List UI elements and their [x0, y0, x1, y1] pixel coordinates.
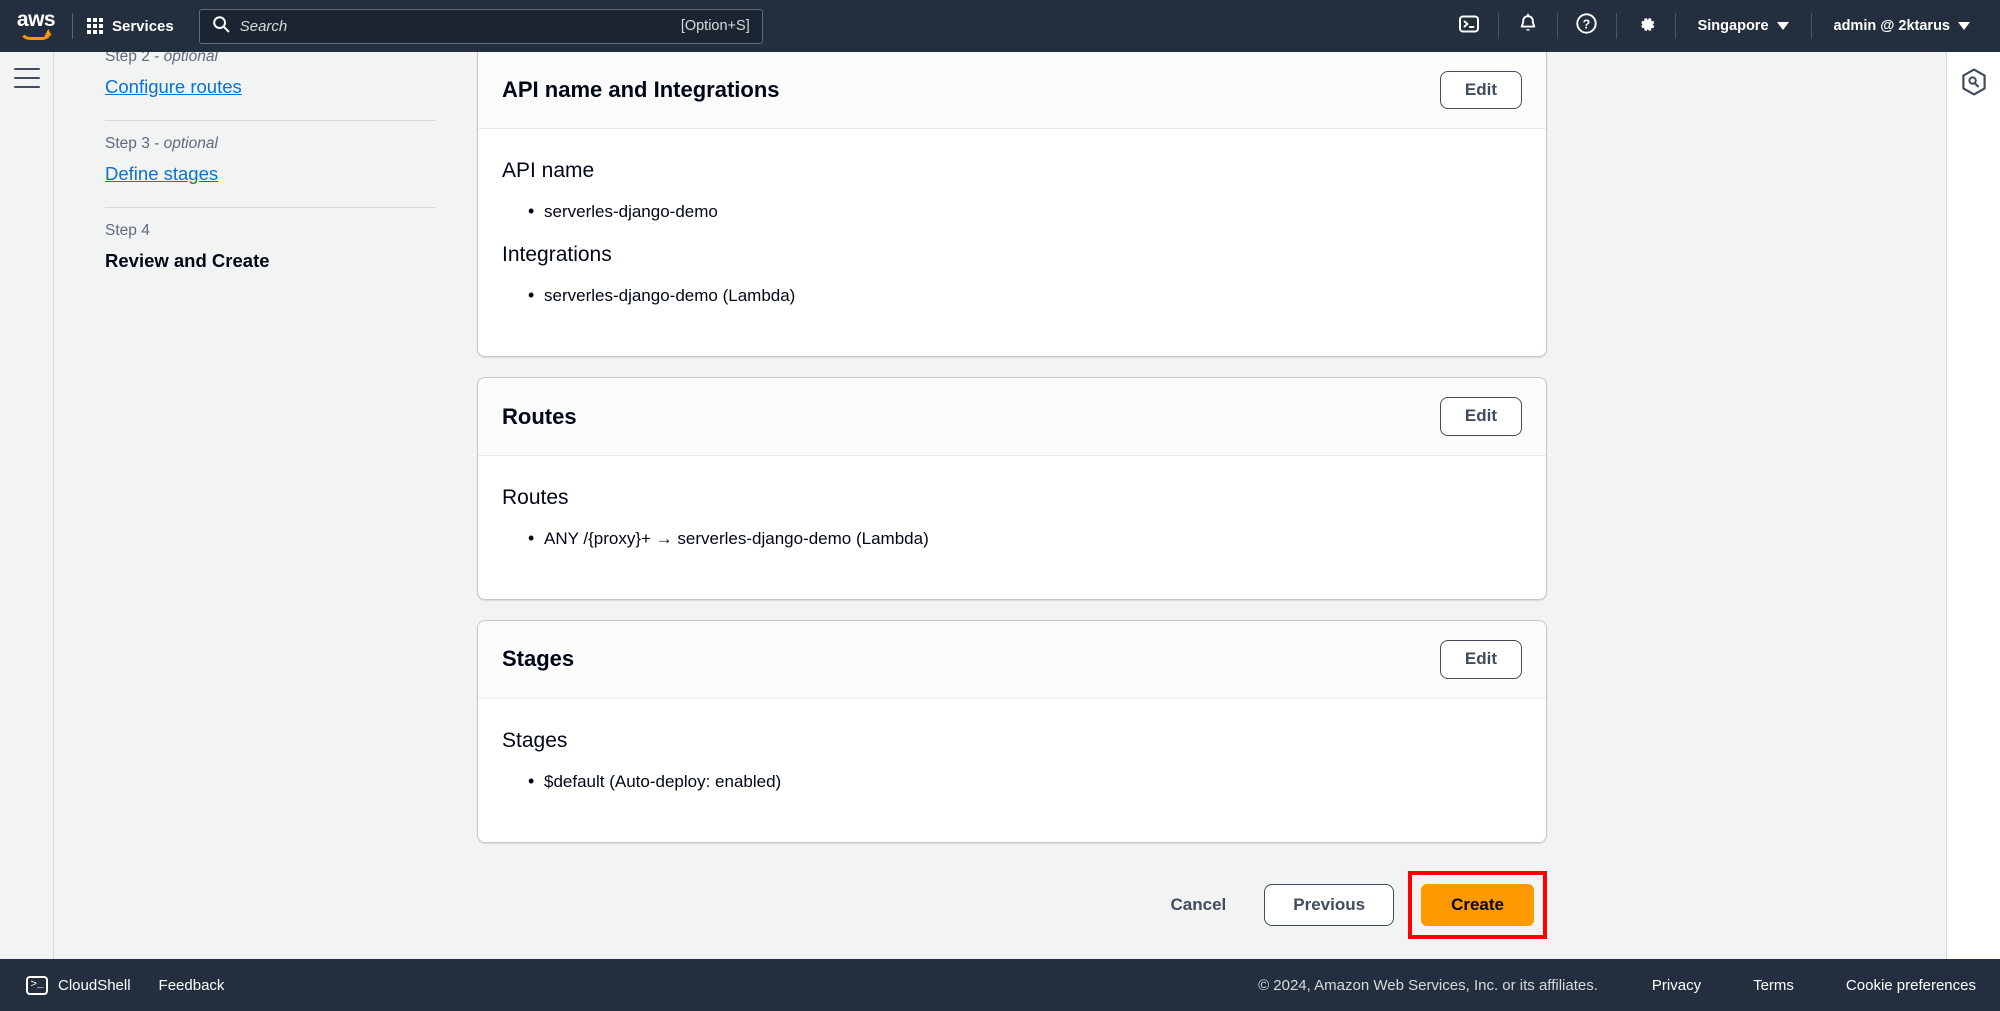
nav-divider — [1615, 13, 1617, 39]
notifications-button[interactable] — [1505, 0, 1551, 52]
chevron-down-icon — [1958, 22, 1970, 30]
card-title: Stages — [502, 646, 575, 672]
wizard-step-4-label: Step 4 — [105, 222, 150, 239]
footer-links: © 2024, Amazon Web Services, Inc. or its… — [1258, 977, 1976, 994]
account-label: admin @ 2ktarus — [1833, 18, 1950, 34]
previous-button[interactable]: Previous — [1264, 884, 1395, 927]
cloudshell-icon-button[interactable] — [1446, 0, 1492, 52]
card-title: API name and Integrations — [502, 77, 780, 103]
card-body: API name serverles-django-demo Integrati… — [478, 129, 1546, 356]
wizard-step-4: Step 4 Review and Create — [105, 208, 435, 294]
chevron-down-icon — [1776, 22, 1789, 30]
hamburger-menu-icon[interactable] — [13, 68, 40, 88]
aws-logo-smile — [19, 29, 53, 40]
card-routes: Routes Edit Routes ANY /{proxy}+ → serve… — [477, 377, 1547, 601]
copyright-text: © 2024, Amazon Web Services, Inc. or its… — [1258, 976, 1598, 994]
api-name-list: serverles-django-demo — [502, 198, 1522, 224]
nav-divider — [1810, 13, 1812, 39]
wizard-step-4-title: Review and Create — [105, 250, 270, 271]
left-rail — [0, 52, 54, 959]
top-navigation-bar: aws Services [Option+S] — [0, 0, 2000, 52]
notifications-bell-icon — [1517, 13, 1539, 40]
review-column: API name and Integrations Edit API name … — [477, 52, 1547, 959]
card-stages: Stages Edit Stages $default (Auto-deploy… — [477, 620, 1547, 844]
help-question-icon: ? — [1575, 12, 1598, 40]
card-body: Routes ANY /{proxy}+ → serverles-django-… — [478, 456, 1546, 600]
right-rail — [1946, 52, 2000, 959]
card-header: Routes Edit — [478, 378, 1546, 456]
services-menu-label: Services — [112, 17, 174, 35]
list-item: serverles-django-demo (Lambda) — [502, 282, 1522, 308]
card-api-name-and-integrations: API name and Integrations Edit API name … — [477, 52, 1547, 358]
aws-console-page: aws Services [Option+S] — [0, 0, 2000, 1011]
search-icon — [212, 15, 230, 38]
aws-logo[interactable]: aws — [0, 0, 72, 52]
wizard-step-3-label: Step 3 - optional — [105, 135, 218, 152]
section-heading-integrations: Integrations — [502, 242, 612, 266]
edit-api-name-button[interactable]: Edit — [1439, 71, 1522, 110]
nav-divider — [1556, 13, 1558, 39]
grid-apps-icon — [87, 18, 103, 34]
list-item: serverles-django-demo — [502, 198, 1522, 224]
wizard-step-2: Step 2 - optional Configure routes — [105, 52, 435, 120]
aws-logo-text: aws — [16, 8, 56, 31]
search-input[interactable] — [239, 17, 681, 35]
card-body: Stages $default (Auto-deploy: enabled) — [478, 699, 1546, 843]
edit-stages-button[interactable]: Edit — [1439, 640, 1522, 679]
account-menu[interactable]: admin @ 2ktarus — [1818, 0, 1986, 52]
cookie-preferences-link[interactable]: Cookie preferences — [1820, 977, 1976, 994]
cloudshell-icon — [1458, 13, 1480, 40]
create-button-highlight: Create — [1408, 871, 1547, 940]
edit-routes-button[interactable]: Edit — [1439, 397, 1522, 436]
card-title: Routes — [502, 403, 577, 429]
region-label: Singapore — [1697, 18, 1769, 34]
svg-text:?: ? — [1583, 17, 1591, 31]
cloudshell-label: CloudShell — [58, 976, 131, 994]
terms-link[interactable]: Terms — [1727, 977, 1820, 994]
card-header: Stages Edit — [478, 621, 1546, 699]
stages-list: $default (Auto-deploy: enabled) — [502, 768, 1522, 794]
settings-gear-icon — [1635, 13, 1657, 40]
create-button[interactable]: Create — [1421, 884, 1534, 927]
section-heading-stages: Stages — [502, 728, 568, 752]
privacy-link[interactable]: Privacy — [1626, 977, 1727, 994]
help-button[interactable]: ? — [1564, 0, 1610, 52]
region-selector[interactable]: Singapore — [1682, 0, 1805, 52]
wizard-step-2-label: Step 2 - optional — [105, 52, 218, 65]
amazon-q-hexagon-icon[interactable] — [1961, 68, 1987, 959]
list-item: ANY /{proxy}+ → serverles-django-demo (L… — [502, 525, 1522, 551]
section-heading-routes: Routes — [502, 485, 569, 509]
integrations-list: serverles-django-demo (Lambda) — [502, 282, 1522, 308]
search-shortcut-hint: [Option+S] — [680, 18, 750, 34]
cloudshell-launch-button[interactable]: >_ CloudShell — [18, 975, 139, 995]
wizard-steps-sidebar: Step 2 - optional Configure routes Step … — [55, 52, 475, 959]
global-search-box[interactable]: [Option+S] — [198, 8, 763, 44]
wizard-action-bar: Cancel Previous Create — [477, 863, 1547, 959]
list-item: $default (Auto-deploy: enabled) — [502, 768, 1522, 794]
settings-button[interactable] — [1623, 0, 1669, 52]
routes-list: ANY /{proxy}+ → serverles-django-demo (L… — [502, 525, 1522, 551]
section-heading-api-name: API name — [502, 159, 595, 183]
feedback-link[interactable]: Feedback — [139, 977, 245, 994]
wizard-step-3-link[interactable]: Define stages — [105, 163, 218, 185]
cloudshell-icon: >_ — [26, 975, 48, 995]
bottom-status-bar: >_ CloudShell Feedback © 2024, Amazon We… — [0, 959, 2000, 1011]
main-content: API name and Integrations Edit API name … — [476, 52, 1946, 959]
services-menu-button[interactable]: Services — [73, 0, 188, 52]
nav-right-cluster: ? Singapore admin @ 2ktarus — [1446, 0, 2000, 52]
cancel-button[interactable]: Cancel — [1147, 885, 1251, 925]
nav-divider — [1674, 13, 1676, 39]
card-header: API name and Integrations Edit — [478, 52, 1546, 130]
wizard-step-3: Step 3 - optional Define stages — [105, 121, 435, 207]
wizard-step-2-link[interactable]: Configure routes — [105, 76, 242, 98]
nav-divider — [1497, 13, 1499, 39]
